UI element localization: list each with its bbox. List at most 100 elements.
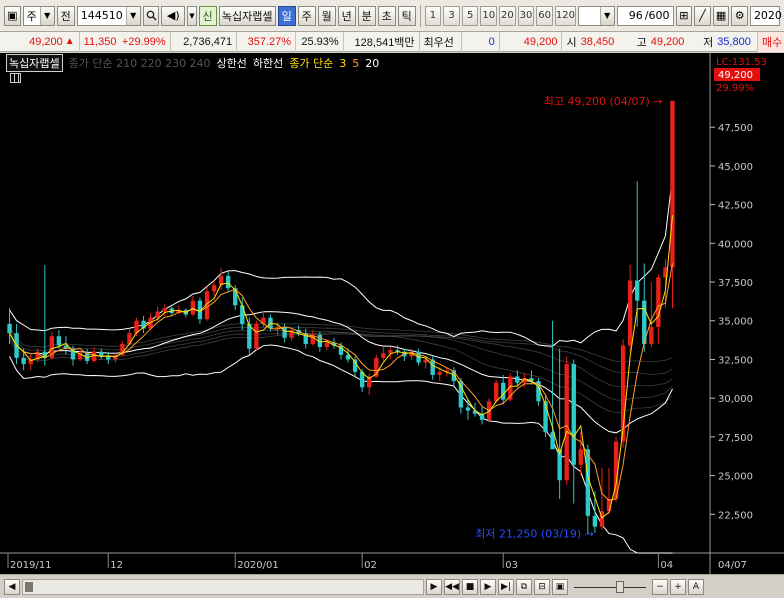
- max-annotation: 최고 49,200 (04/07) →: [544, 95, 663, 108]
- y-tick-label: 40,000: [718, 239, 753, 250]
- year-field[interactable]: 2020: [749, 5, 782, 26]
- zoom-in-button[interactable]: +: [670, 578, 686, 595]
- scroll-thumb[interactable]: [25, 581, 33, 592]
- window-menu-icon[interactable]: ▣: [4, 5, 21, 26]
- play-icon[interactable]: ▶: [480, 578, 496, 595]
- x-tick-label: 02: [364, 560, 377, 571]
- candle-body: [627, 280, 633, 346]
- draw-line-icon[interactable]: ╱: [694, 5, 711, 26]
- y-tick-label: 35,000: [718, 317, 753, 328]
- chevron-down-icon[interactable]: ▼: [187, 5, 197, 26]
- scroll-left-icon[interactable]: ◀: [4, 578, 20, 595]
- table-toggle-icon[interactable]: [10, 73, 21, 83]
- candle-body: [578, 449, 583, 465]
- volume-ratio: 357.27%: [237, 31, 297, 52]
- gear-icon[interactable]: ⚙: [731, 5, 748, 26]
- stock-code-input[interactable]: 144510 ▼: [76, 5, 141, 26]
- open-value: 38,450: [580, 35, 615, 48]
- chart-scrollbar: ◀ ▶ ◀◀ ■ ▶ ▶| ⧉ ⊟ ▣ − + A: [0, 574, 784, 598]
- candlestick-chart[interactable]: 47,500 45,000 42,500 40,000 37,500 35,000 32,5…: [0, 53, 784, 574]
- interval-120-button[interactable]: 120: [554, 5, 576, 26]
- quote-price: 49,200 ▲: [0, 31, 80, 52]
- candle-body: [635, 280, 640, 301]
- divider: [419, 4, 421, 27]
- min-annotation: 최저 21,250 (03/19) →: [475, 528, 594, 541]
- low-value: 35,800: [717, 35, 751, 48]
- period-second-tab[interactable]: 초: [377, 5, 396, 26]
- interval-select[interactable]: ▼: [578, 5, 615, 26]
- scroll-track[interactable]: [22, 578, 424, 595]
- y-tick-label: 25,000: [718, 472, 753, 483]
- stock-name-field[interactable]: 녹십자랩셀: [218, 5, 276, 26]
- interval-3-button[interactable]: 3: [443, 5, 460, 26]
- candle-body: [240, 305, 245, 324]
- x-tick-label: 2019/11: [10, 560, 52, 571]
- search-icon[interactable]: [142, 5, 160, 26]
- candle-body: [465, 407, 471, 411]
- slider-knob[interactable]: [616, 580, 624, 593]
- candle-body: [225, 275, 231, 289]
- candle-body: [7, 323, 12, 334]
- candle-body: [501, 382, 506, 400]
- last-price-label: 49,200: [718, 70, 753, 81]
- buy-label[interactable]: 매수: [758, 31, 784, 52]
- interval-20-button[interactable]: 20: [499, 5, 516, 26]
- market-label: 주: [26, 9, 37, 23]
- y-tick-label: 47,500: [718, 123, 753, 134]
- speaker-icon[interactable]: ◀): [161, 5, 186, 26]
- scroll-right-icon[interactable]: ▶: [426, 578, 442, 595]
- compare-icon[interactable]: ⊟: [534, 578, 550, 595]
- candle-body: [282, 326, 287, 338]
- interval-30-button[interactable]: 30: [517, 5, 535, 26]
- zoom-slider[interactable]: [570, 579, 650, 595]
- candle-body: [649, 326, 654, 344]
- market-select[interactable]: 주 ▼: [22, 5, 55, 26]
- x-tick-label: 12: [110, 560, 123, 571]
- high-label: 고: [636, 36, 647, 49]
- group-badge[interactable]: 신: [198, 5, 217, 26]
- y-tick-label: 42,500: [718, 201, 753, 212]
- legend-ma-short-label[interactable]: 종가 단순: [289, 55, 333, 71]
- split-view-icon[interactable]: ▦: [712, 5, 730, 26]
- snapshot-icon[interactable]: ▣: [552, 578, 568, 595]
- rewind-icon[interactable]: ◀◀: [444, 578, 460, 595]
- interval-60-button[interactable]: 60: [536, 5, 553, 26]
- candle-body: [515, 376, 520, 383]
- period-day-tab[interactable]: 일: [277, 5, 296, 26]
- legend-ma5[interactable]: 5: [352, 57, 359, 70]
- period-week-tab[interactable]: 주: [297, 5, 316, 26]
- fast-forward-icon[interactable]: ▶|: [498, 578, 514, 595]
- legend-lower-limit[interactable]: 하한선: [253, 55, 283, 71]
- year-value: 2020: [753, 9, 782, 22]
- zoom-region-icon[interactable]: ⧉: [516, 578, 532, 595]
- candle-body: [162, 308, 167, 312]
- count-field[interactable]: 96 /600: [616, 5, 674, 26]
- toolbar: ▣ 주 ▼ 전 144510 ▼ ◀) ▼ 신 녹십자랩셀 일 주 월 년 분 …: [0, 0, 784, 32]
- interval-1-button[interactable]: 1: [424, 5, 442, 26]
- prev-button[interactable]: 전: [56, 5, 75, 26]
- preferred-label: 최우선: [420, 31, 462, 52]
- interval-5-button[interactable]: 5: [461, 5, 479, 26]
- price-value: 49,200: [29, 35, 63, 48]
- interval-10-button[interactable]: 10: [480, 5, 498, 26]
- legend-upper-limit[interactable]: 상한선: [217, 55, 247, 71]
- low-label: 저: [703, 36, 714, 49]
- stop-icon[interactable]: ■: [462, 578, 478, 595]
- period-minute-tab[interactable]: 분: [357, 5, 376, 26]
- legend-long-ma[interactable]: 종가 단순 210 220 230 240: [69, 55, 211, 71]
- count-total: /600: [644, 9, 670, 22]
- high-price: 고 49,200: [633, 32, 699, 52]
- change-value: 11,350: [83, 35, 117, 48]
- period-year-tab[interactable]: 년: [337, 5, 356, 26]
- candle-body: [656, 277, 661, 327]
- legend-stock-name[interactable]: 녹십자랩셀: [6, 54, 63, 72]
- open-label: 시: [566, 36, 577, 49]
- period-tick-tab[interactable]: 틱: [397, 5, 416, 26]
- price-chart[interactable]: 47,500 45,000 42,500 40,000 37,500 35,000 32,5…: [0, 53, 784, 574]
- legend-ma3[interactable]: 3: [339, 57, 346, 70]
- legend-ma20[interactable]: 20: [365, 57, 379, 70]
- grid-tool-icon[interactable]: ⊞: [675, 5, 693, 26]
- zoom-out-button[interactable]: −: [652, 578, 668, 595]
- period-month-tab[interactable]: 월: [317, 5, 336, 26]
- font-size-button[interactable]: A: [688, 578, 704, 595]
